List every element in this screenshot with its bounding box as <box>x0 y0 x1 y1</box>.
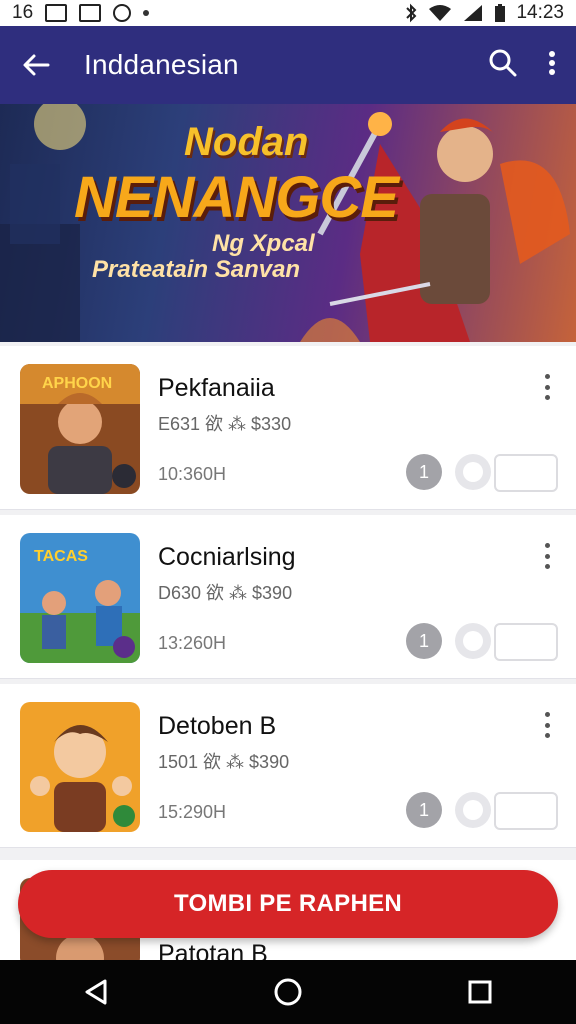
circle-home-icon <box>274 978 302 1006</box>
system-nav-bar <box>0 960 576 1024</box>
status-time: 14:23 <box>516 2 564 23</box>
item-more-button[interactable] <box>536 374 558 400</box>
gallery-icon <box>45 4 68 22</box>
back-button[interactable] <box>0 26 72 104</box>
nav-back-button[interactable] <box>66 962 126 1022</box>
item-more-button[interactable] <box>536 712 558 738</box>
arrow-back-icon <box>23 54 50 76</box>
item-title: Pekfanaiia <box>158 374 275 402</box>
svg-text:TACAS: TACAS <box>34 548 88 565</box>
battery-icon <box>495 4 506 22</box>
signal-icon <box>464 5 483 21</box>
item-badge: 1 <box>406 792 442 828</box>
item-size: 10:360H <box>158 464 227 484</box>
nav-recents-button[interactable] <box>450 962 510 1022</box>
item-badge: 1 <box>406 454 442 490</box>
item-toggle[interactable] <box>455 792 491 828</box>
item-toggle[interactable] <box>455 623 491 659</box>
game-thumbnail <box>20 702 140 832</box>
item-meta: E631 欲 ⁂ $330 <box>158 414 292 434</box>
screen: 16 14:23 Inddanesian Nodan NENANGCE Ng X… <box>0 0 576 1024</box>
item-size: 15:290H <box>158 802 227 822</box>
item-install-button[interactable] <box>494 623 558 661</box>
dot-icon <box>143 10 150 16</box>
item-size: 13:260H <box>158 633 227 653</box>
notification-icon <box>79 4 102 22</box>
item-meta: 1501 欲 ⁂ $390 <box>158 752 290 772</box>
item-toggle[interactable] <box>455 454 491 490</box>
hero-title-line2: NENANGCE <box>74 165 399 230</box>
triangle-back-icon <box>85 979 107 1005</box>
clock-icon <box>113 4 132 22</box>
item-more-button[interactable] <box>536 543 558 569</box>
hero-subtitle-line2: Prateatain Sanvan <box>92 256 301 283</box>
hero-banner[interactable]: Nodan NENANGCE Ng Xpcal Prateatain Sanva… <box>0 104 576 342</box>
overflow-menu-button[interactable] <box>548 50 556 81</box>
list-item[interactable]: APHOON Pekfanaiia E631 欲 ⁂ $330 10:360H … <box>0 346 576 510</box>
item-install-button[interactable] <box>494 454 558 492</box>
primary-action-button[interactable]: TOMBI PE RAPHEN <box>18 870 558 938</box>
page-title: Inddanesian <box>84 49 239 80</box>
status-time-left: 16 <box>12 2 34 23</box>
game-thumbnail: APHOON <box>20 364 140 494</box>
app-bar: Inddanesian <box>0 26 576 104</box>
item-title: Cocniarlsing <box>158 543 296 571</box>
nav-home-button[interactable] <box>258 962 318 1022</box>
list-item[interactable]: TACAS Cocniarlsing D630 欲 ⁂ $390 13:260H… <box>0 515 576 679</box>
search-button[interactable] <box>488 48 518 83</box>
more-vert-icon <box>549 50 555 75</box>
item-title: Detoben B <box>158 712 277 740</box>
item-badge: 1 <box>406 623 442 659</box>
search-icon <box>489 49 517 76</box>
item-install-button[interactable] <box>494 792 558 830</box>
item-meta: D630 欲 ⁂ $390 <box>158 583 293 603</box>
hero-subtitle-line1: Ng Xpcal <box>212 230 315 257</box>
bluetooth-icon <box>406 3 417 23</box>
status-bar: 16 14:23 <box>0 0 576 26</box>
game-thumbnail: TACAS <box>20 533 140 663</box>
list-item[interactable]: Detoben B 1501 欲 ⁂ $390 15:290H 1 <box>0 684 576 848</box>
hero-title-line1: Nodan <box>184 120 309 164</box>
svg-text:APHOON: APHOON <box>42 375 112 392</box>
square-recents-icon <box>468 980 492 1004</box>
wifi-icon <box>429 5 452 21</box>
